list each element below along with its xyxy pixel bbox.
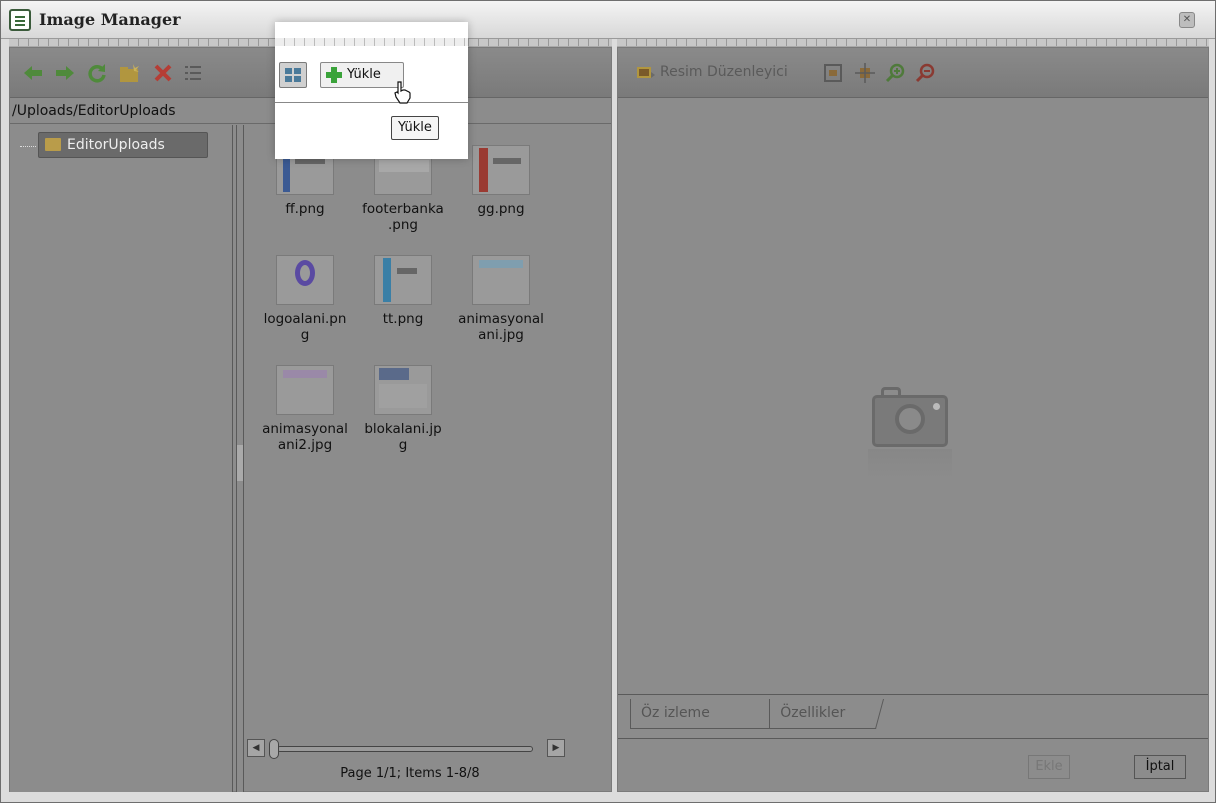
right-ruler (617, 39, 1209, 47)
file-thumbnail (374, 255, 432, 305)
upload-label: Yükle (347, 67, 381, 82)
file-item[interactable]: tt.png (355, 255, 451, 327)
pane-splitter[interactable] (236, 125, 244, 792)
image-preview-area (618, 99, 1208, 694)
window-title: Image Manager (39, 10, 181, 29)
file-item[interactable]: logoalani.pn g (257, 255, 353, 343)
titlebar: Image Manager ✕ (1, 1, 1215, 39)
tab-preview[interactable]: Öz izleme (630, 699, 770, 729)
file-item[interactable]: blokalani.jp g (355, 365, 451, 453)
zoom-in-icon[interactable] (884, 62, 906, 84)
insert-button[interactable]: Ekle (1028, 755, 1070, 779)
image-editor-label[interactable]: Resim Düzenleyici (660, 64, 788, 80)
tab-properties[interactable]: Özellikler (765, 699, 885, 729)
upload-tooltip: Yükle (391, 116, 439, 140)
file-name: animasyonal ani2.jpg (262, 421, 348, 453)
fit-icon[interactable] (822, 62, 844, 84)
thumbnail-size-slider[interactable]: ◀ ▶ (247, 739, 565, 759)
file-name: ff.png (285, 201, 325, 217)
image-manager-window: Image Manager ✕ /Uploads/EditorUploads E… (0, 0, 1216, 803)
file-grid: ff.png footerbanka .png gg.png logoalani.… (245, 125, 611, 725)
image-manager-icon (9, 9, 31, 31)
right-toolbar: Resim Düzenleyici (618, 48, 1208, 98)
tree-connector (20, 146, 36, 147)
slider-track[interactable] (277, 746, 533, 752)
close-icon[interactable]: ✕ (1179, 12, 1195, 28)
tab-bar: Öz izleme Özellikler (618, 694, 1208, 734)
upload-button[interactable]: Yükle (320, 62, 404, 88)
actual-size-icon[interactable] (854, 62, 876, 84)
dialog-buttons: Ekle İptal (618, 738, 1208, 791)
hand-cursor-icon (394, 81, 411, 104)
file-thumbnail (276, 255, 334, 305)
file-thumbnail (472, 255, 530, 305)
tree-node-editoruploads[interactable]: EditorUploads (38, 132, 208, 158)
tree-node-label: EditorUploads (67, 137, 165, 153)
cancel-button[interactable]: İptal (1134, 755, 1186, 779)
image-editor-icon[interactable] (636, 64, 656, 82)
back-arrow-icon[interactable] (22, 62, 44, 84)
slider-left-arrow-icon[interactable]: ◀ (247, 739, 265, 757)
refresh-icon[interactable] (86, 62, 108, 84)
forward-arrow-icon[interactable] (54, 62, 76, 84)
folder-icon (45, 138, 61, 151)
pager-text: Page 1/1; Items 1-8/8 (340, 766, 480, 781)
file-item[interactable]: animasyonal ani2.jpg (257, 365, 353, 453)
spotlight-ruler (275, 38, 468, 46)
new-folder-icon[interactable] (118, 62, 140, 84)
preview-pane: Resim Düzenleyici Öz izleme Özellikler E… (617, 47, 1209, 792)
list-view-icon[interactable] (182, 62, 204, 84)
file-name: gg.png (477, 201, 525, 217)
file-name: footerbanka .png (362, 201, 444, 233)
spotlight-divider (275, 102, 468, 103)
delete-icon[interactable] (152, 62, 174, 84)
grid-view-icon[interactable] (279, 62, 307, 88)
file-name: blokalani.jp g (364, 421, 442, 453)
file-name: logoalani.pn g (263, 311, 347, 343)
file-thumbnail (472, 145, 530, 195)
camera-icon (872, 387, 948, 447)
camera-reflection (868, 449, 952, 479)
splitter-handle[interactable] (237, 445, 243, 481)
file-thumbnail (276, 365, 334, 415)
slider-handle[interactable] (269, 739, 279, 759)
file-name: tt.png (382, 311, 424, 327)
file-thumbnail (374, 365, 432, 415)
folder-tree (10, 125, 233, 792)
spotlight-region: Yükle (275, 22, 468, 159)
file-item[interactable]: animasyonal ani.jpg (453, 255, 549, 343)
file-name: animasyonal ani.jpg (458, 311, 544, 343)
slider-right-arrow-icon[interactable]: ▶ (547, 739, 565, 757)
tab-properties-label: Özellikler (780, 705, 846, 721)
zoom-out-icon[interactable] (914, 62, 936, 84)
